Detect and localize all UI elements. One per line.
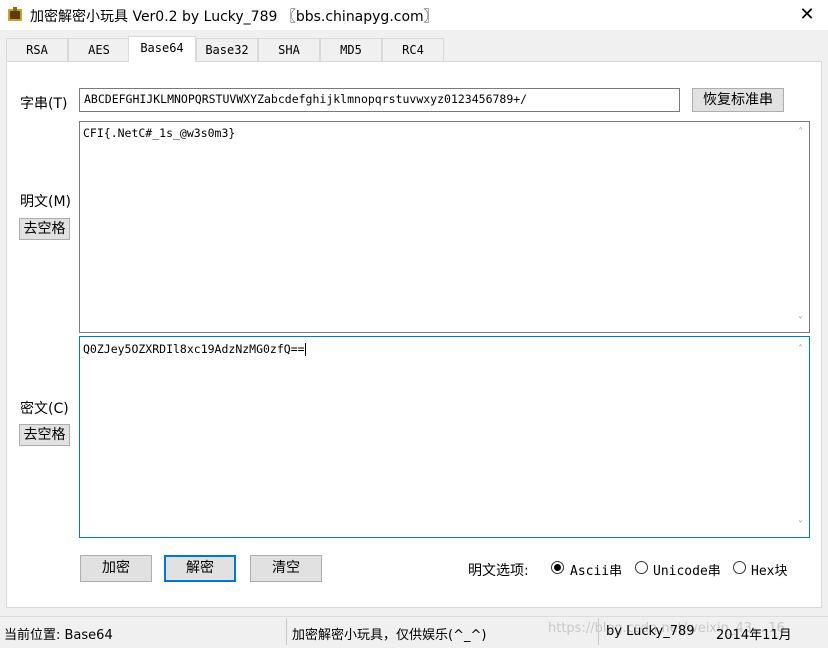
tab-base64[interactable]: Base64: [128, 36, 196, 62]
tab-aes[interactable]: AES: [68, 38, 130, 61]
charset-label: 字串(T): [20, 96, 68, 112]
plaintext-value: CFI{.NetC#_1s_@w3s0m3}: [83, 126, 236, 140]
status-position: 当前位置: Base64: [4, 628, 113, 643]
charset-input[interactable]: ABCDEFGHIJKLMNOPQRSTUVWXYZabcdefghijklmn…: [79, 88, 680, 112]
ciphertext-strip-spaces-button[interactable]: 去空格: [19, 424, 70, 446]
radio-hex-label[interactable]: Hex块: [751, 560, 787, 579]
decrypt-button[interactable]: 解密: [164, 555, 236, 582]
scroll-up-icon[interactable]: ˄: [792, 341, 809, 358]
status-message: 加密解密小玩具，仅供娱乐(^_^): [292, 628, 487, 643]
window-title: 加密解密小玩具 Ver0.2 by Lucky_789 〖bbs.chinapy…: [30, 9, 438, 25]
radio-unicode[interactable]: [635, 561, 648, 574]
plaintext-strip-spaces-button[interactable]: 去空格: [19, 218, 70, 240]
encrypt-button[interactable]: 加密: [80, 555, 152, 582]
clear-button[interactable]: 清空: [250, 555, 322, 582]
ciphertext-value: Q0ZJey5OZXRDIl8xc19AdzNzMG0zfQ==: [83, 342, 306, 356]
tab-base32[interactable]: Base32: [196, 38, 258, 61]
tab-sha[interactable]: SHA: [258, 38, 320, 61]
radio-ascii-label[interactable]: Ascii串: [570, 560, 622, 579]
ciphertext-label: 密文(C): [20, 401, 69, 417]
plaintext-label: 明文(M): [20, 194, 72, 210]
plaintext-textarea[interactable]: CFI{.NetC#_1s_@w3s0m3} ˄ ˅: [79, 121, 810, 333]
scroll-up-icon[interactable]: ˄: [792, 124, 809, 141]
scroll-down-icon[interactable]: ˅: [792, 517, 809, 534]
plaintext-scrollbar[interactable]: ˄ ˅: [792, 122, 809, 332]
radio-hex[interactable]: [733, 561, 746, 574]
close-icon[interactable]: ✕: [796, 5, 818, 25]
radio-unicode-label[interactable]: Unicode串: [653, 560, 721, 579]
status-divider: [286, 618, 287, 645]
tab-md5[interactable]: MD5: [320, 38, 382, 61]
radio-selected-dot: [554, 564, 561, 571]
text-caret: [304, 343, 306, 356]
tab-rsa[interactable]: RSA: [6, 38, 68, 61]
status-author: by Lucky_789: [606, 624, 695, 639]
restore-standard-button[interactable]: 恢复标准串: [692, 88, 784, 112]
ciphertext-textarea[interactable]: Q0ZJey5OZXRDIl8xc19AdzNzMG0zfQ== ˄ ˅: [79, 336, 810, 538]
radio-ascii[interactable]: [551, 561, 564, 574]
app-icon: [8, 7, 22, 21]
scroll-down-icon[interactable]: ˅: [792, 313, 809, 330]
tab-rc4[interactable]: RC4: [382, 38, 444, 61]
plaintext-options-label: 明文选项:: [468, 563, 529, 579]
status-date: 2014年11月: [716, 628, 792, 643]
ciphertext-scrollbar[interactable]: ˄ ˅: [792, 337, 809, 537]
